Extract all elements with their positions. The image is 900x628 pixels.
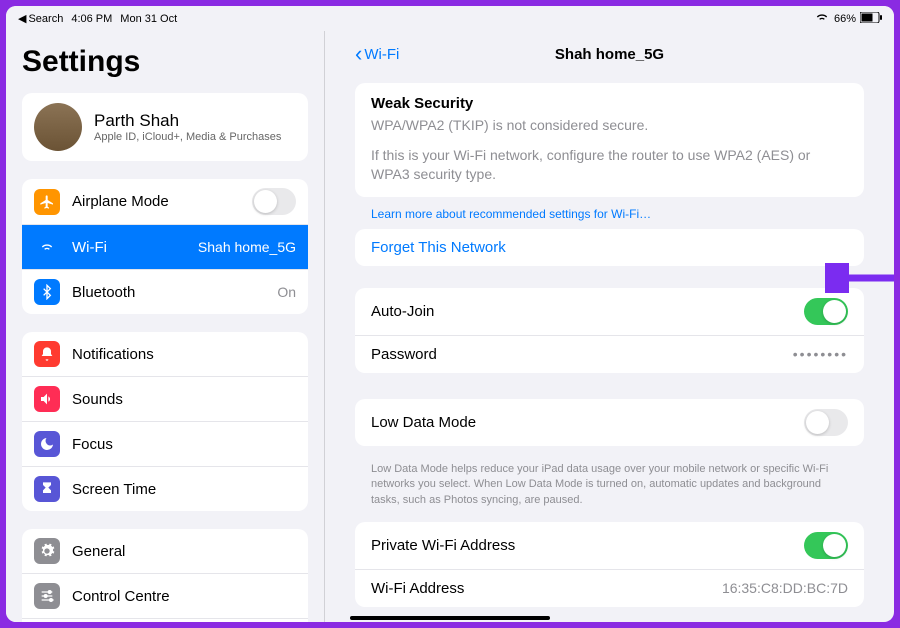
gear-icon <box>34 538 60 564</box>
low-data-mode-help: Low Data Mode helps reduce your iPad dat… <box>355 456 864 522</box>
status-bar: ◀ Search 4:06 PM Mon 31 Oct 66% <box>6 6 894 31</box>
sidebar-item-label: Notifications <box>72 346 296 363</box>
sidebar-item-value: On <box>277 284 296 300</box>
sidebar-item-notifications[interactable]: Notifications <box>22 332 308 377</box>
forget-network-button[interactable]: Forget This Network <box>355 229 864 266</box>
wifi-address-value: 16:35:C8:DD:BC:7D <box>722 580 848 596</box>
sidebar-item-label: Control Centre <box>72 588 296 605</box>
settings-sidebar: Settings Parth Shah Apple ID, iCloud+, M… <box>6 31 324 622</box>
notice-line1: WPA/WPA2 (TKIP) is not considered secure… <box>371 116 848 136</box>
wifi-address-row: Wi-Fi Address 16:35:C8:DD:BC:7D <box>355 570 864 607</box>
learn-more-link[interactable]: Learn more about recommended settings fo… <box>355 207 864 229</box>
low-data-mode-label: Low Data Mode <box>371 414 476 431</box>
speaker-icon <box>34 386 60 412</box>
moon-icon <box>34 431 60 457</box>
auto-join-label: Auto-Join <box>371 303 434 320</box>
sidebar-item-focus[interactable]: Focus <box>22 422 308 467</box>
sidebar-item-control-centre[interactable]: Control Centre <box>22 574 308 619</box>
notice-line2: If this is your Wi-Fi network, configure… <box>371 146 848 185</box>
page-title: Settings <box>22 45 308 79</box>
wifi-detail-pane: ‹ Wi-Fi Shah home_5G Weak Security WPA/W… <box>324 31 894 622</box>
detail-title: Shah home_5G <box>555 46 664 63</box>
sidebar-item-general[interactable]: General <box>22 529 308 574</box>
sidebar-item-label: Screen Time <box>72 481 296 498</box>
wifi-address-label: Wi-Fi Address <box>371 580 464 597</box>
low-data-mode-row: Low Data Mode <box>355 399 864 446</box>
battery-icon <box>860 12 882 26</box>
password-value: •••••••• <box>793 346 848 362</box>
sidebar-item-value: Shah home_5G <box>198 239 296 255</box>
sidebar-item-bluetooth[interactable]: Bluetooth On <box>22 270 308 314</box>
bell-icon <box>34 341 60 367</box>
breadcrumb-back[interactable]: ◀ Search <box>18 12 63 25</box>
password-label: Password <box>371 346 437 363</box>
private-wifi-label: Private Wi-Fi Address <box>371 537 515 554</box>
auto-join-row: Auto-Join <box>355 288 864 336</box>
sidebar-item-sounds[interactable]: Sounds <box>22 377 308 422</box>
profile-name: Parth Shah <box>94 111 281 131</box>
password-row[interactable]: Password •••••••• <box>355 336 864 373</box>
wifi-icon <box>34 234 60 260</box>
sidebar-item-wifi[interactable]: Wi-Fi Shah home_5G <box>22 225 308 270</box>
sidebar-item-label: General <box>72 543 296 560</box>
avatar <box>34 103 82 151</box>
wifi-indicator-icon <box>814 9 830 28</box>
back-button[interactable]: ‹ Wi-Fi <box>355 41 399 67</box>
bluetooth-icon <box>34 279 60 305</box>
profile-subtitle: Apple ID, iCloud+, Media & Purchases <box>94 131 281 143</box>
status-date: Mon 31 Oct <box>120 13 177 25</box>
apple-id-profile[interactable]: Parth Shah Apple ID, iCloud+, Media & Pu… <box>22 93 308 161</box>
sidebar-item-screentime[interactable]: Screen Time <box>22 467 308 511</box>
weak-security-notice: Weak Security WPA/WPA2 (TKIP) is not con… <box>355 83 864 197</box>
home-indicator[interactable] <box>350 616 550 620</box>
auto-join-toggle[interactable] <box>804 298 848 325</box>
airplane-toggle[interactable] <box>252 188 296 215</box>
sliders-icon <box>34 583 60 609</box>
notice-heading: Weak Security <box>371 95 848 112</box>
battery-percent: 66% <box>834 13 856 25</box>
airplane-icon <box>34 189 60 215</box>
sidebar-item-display[interactable]: AA Display & Brightness <box>22 619 308 622</box>
chevron-left-icon: ‹ <box>355 41 362 67</box>
sidebar-item-label: Focus <box>72 436 296 453</box>
sidebar-item-label: Sounds <box>72 391 296 408</box>
sidebar-item-airplane[interactable]: Airplane Mode <box>22 179 308 225</box>
forget-label: Forget This Network <box>371 239 506 256</box>
status-time: 4:06 PM <box>71 13 112 25</box>
private-wifi-row: Private Wi-Fi Address <box>355 522 864 570</box>
hourglass-icon <box>34 476 60 502</box>
low-data-mode-toggle[interactable] <box>804 409 848 436</box>
sidebar-item-label: Wi-Fi <box>72 239 198 256</box>
sidebar-item-label: Airplane Mode <box>72 193 252 210</box>
private-wifi-toggle[interactable] <box>804 532 848 559</box>
sidebar-item-label: Bluetooth <box>72 284 277 301</box>
back-label: Wi-Fi <box>364 46 399 63</box>
